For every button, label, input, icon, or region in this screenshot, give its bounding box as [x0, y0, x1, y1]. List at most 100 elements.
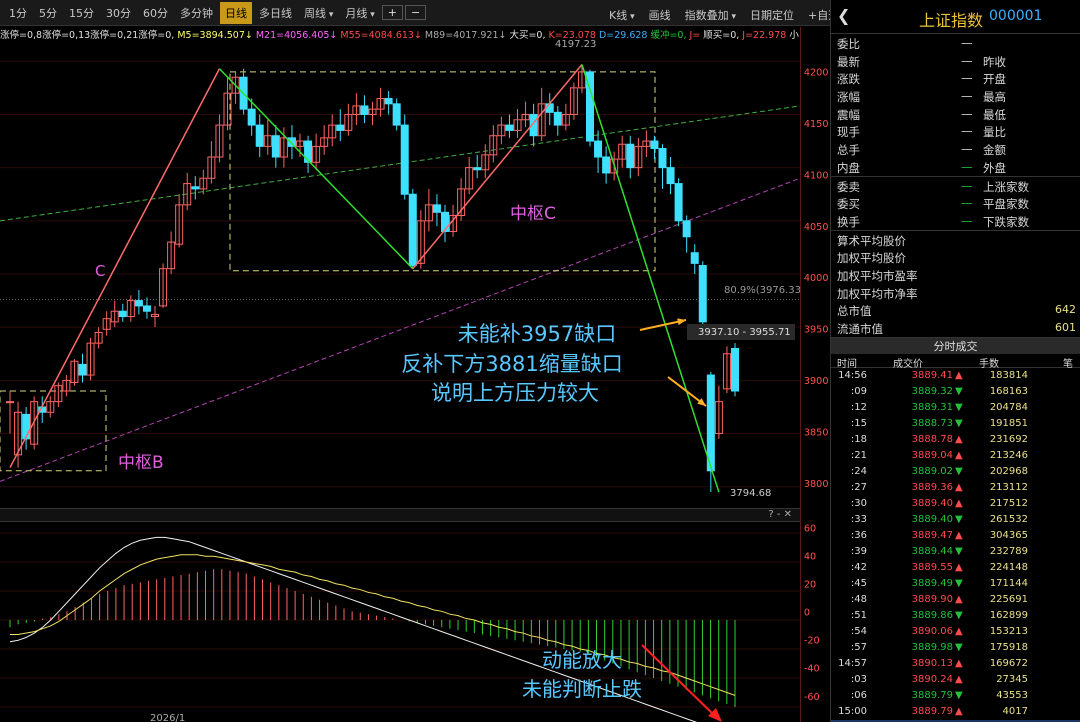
quote-label: 内盘 [837, 160, 860, 175]
trade-row[interactable]: :39 3889.44 ▼ 232789 [831, 544, 1080, 560]
candle-body [336, 124, 345, 131]
trade-row[interactable]: :15 3888.73 ▼ 191851 [831, 416, 1080, 432]
toolbar-right-2-button[interactable]: 指数叠加 [680, 4, 741, 26]
zoom-in-button[interactable]: + [381, 5, 403, 20]
stock-code: 000001 [989, 8, 1043, 24]
period-3-button[interactable]: 30分 [101, 2, 136, 24]
candle-body [392, 103, 401, 126]
trade-row[interactable]: :18 3888.78 ▲ 231692 [831, 432, 1080, 448]
stat-label: 加权平均股价 [837, 251, 906, 266]
trade-row[interactable]: :36 3889.47 ▲ 304365 [831, 528, 1080, 544]
down-arrow-icon: ▼ [955, 577, 963, 589]
quote-value: — [961, 89, 973, 104]
trade-row[interactable]: 14:56 3889.41 ▲ 183814 [831, 368, 1080, 384]
trade-time: :42 [850, 561, 867, 573]
trade-volume: 175918 [989, 641, 1028, 653]
quote-value: — [961, 106, 973, 121]
candle-body [666, 167, 675, 185]
trade-row[interactable]: :45 3889.49 ▼ 171144 [831, 576, 1080, 592]
trade-row[interactable]: :21 3889.04 ▲ 213246 [831, 448, 1080, 464]
trade-time: :36 [850, 529, 867, 541]
candle-body [706, 374, 715, 472]
trade-row[interactable]: :42 3889.55 ▲ 224148 [831, 560, 1080, 576]
candle-body [441, 211, 449, 232]
trade-time: :24 [850, 465, 867, 477]
trade-volume: 304365 [989, 529, 1028, 541]
candle-body [650, 140, 659, 149]
trades-title[interactable]: 分时成交 [831, 336, 1080, 354]
trade-row[interactable]: :06 3889.79 ▼ 43553 [831, 688, 1080, 704]
trade-row[interactable]: :12 3889.31 ▼ 204784 [831, 400, 1080, 416]
toolbar-right-3-button[interactable]: 日期定位 [745, 4, 799, 26]
annotation-2: 反补下方3881缩量缺口 [401, 352, 622, 376]
up-arrow-icon: ▲ [955, 657, 963, 669]
price-tick: 3900 [804, 376, 829, 387]
low-label: 3794.68 [730, 488, 771, 499]
stat-label: 加权平均市净率 [837, 286, 918, 301]
trade-price: 3889.40 [911, 497, 953, 509]
trade-row[interactable]: :24 3889.02 ▼ 202968 [831, 464, 1080, 480]
trade-row[interactable]: :09 3889.32 ▼ 168163 [831, 384, 1080, 400]
period-8-button[interactable]: 周线 [299, 2, 338, 24]
trade-time: :18 [850, 433, 867, 445]
stat-label: 加权平均市盈率 [837, 268, 918, 283]
period-2-button[interactable]: 15分 [64, 2, 99, 24]
up-arrow-icon: ▲ [955, 705, 963, 717]
trade-time: :33 [850, 513, 867, 525]
kline-chart[interactable]: 4197.23 80.9%(3976.33) 3937.10 - 3955.71 37… [0, 40, 800, 508]
quote-label: 换手 [837, 214, 860, 229]
period-4-button[interactable]: 60分 [138, 2, 173, 24]
trade-row[interactable]: :57 3889.98 ▼ 175918 [831, 640, 1080, 656]
trade-time: :27 [850, 481, 867, 493]
trade-row[interactable]: :51 3889.86 ▼ 162899 [831, 608, 1080, 624]
trade-price: 3890.06 [911, 625, 953, 637]
price-tick: 4100 [804, 170, 829, 181]
trade-row[interactable]: :48 3889.90 ▲ 225691 [831, 592, 1080, 608]
trade-row[interactable]: 14:57 3890.13 ▲ 169672 [831, 656, 1080, 672]
quote-header: ❮ 上证指数 000001 [831, 0, 1080, 34]
candle-body [602, 156, 611, 174]
legend-item: K=23.078 [548, 30, 596, 40]
quote-row: 委买 — 平盘家数 [831, 194, 1080, 212]
quote-label-2: 平盘家数 [983, 197, 1029, 212]
trade-volume: 232789 [989, 545, 1028, 557]
trade-row[interactable]: :30 3889.40 ▲ 217512 [831, 496, 1080, 512]
candle-body [545, 103, 554, 113]
trade-row[interactable]: :27 3889.36 ▲ 213112 [831, 480, 1080, 496]
period-6-button[interactable]: 日线 [220, 1, 252, 24]
macd-controls[interactable]: ? - ✕ [768, 509, 792, 520]
quote-value: — [961, 159, 973, 174]
legend-item: M21=4056.405↓ [255, 30, 338, 40]
candle-body [553, 111, 562, 126]
toolbar-right-1-button[interactable]: 画线 [644, 4, 676, 26]
period-9-button[interactable]: 月线 [340, 2, 379, 24]
trade-row[interactable]: 15:00 3889.79 ▲ 4017 [831, 704, 1080, 720]
zhongshu-c-label: 中枢C [510, 204, 556, 224]
trade-time: :12 [850, 401, 867, 413]
back-icon[interactable]: ❮ [837, 6, 850, 25]
stock-name: 上证指数 [919, 11, 984, 30]
candle-body [690, 252, 699, 264]
fib-label: 80.9%(3976.33) [724, 285, 800, 296]
period-0-button[interactable]: 1分 [4, 2, 32, 24]
candle-body [134, 300, 143, 307]
label-c: C [95, 262, 105, 280]
trades-list[interactable]: 14:56 3889.41 ▲ 183814:09 3889.32 ▼ 168163:12 3… [831, 368, 1080, 722]
up-arrow-icon: ▲ [955, 369, 963, 381]
period-1-button[interactable]: 5分 [34, 2, 62, 24]
stat-row: 加权平均股价 [831, 248, 1080, 266]
trade-row[interactable]: :33 3889.40 ▼ 261532 [831, 512, 1080, 528]
macd-chart[interactable]: 动能放大未能判断止跌 2026/1 [0, 522, 800, 722]
toolbar-right-0-button[interactable]: K线 [604, 4, 640, 26]
candle-body [22, 413, 31, 440]
trade-row[interactable]: :54 3890.06 ▲ 153213 [831, 624, 1080, 640]
zoom-out-button[interactable]: − [405, 5, 427, 20]
legend-item: J= [689, 30, 701, 40]
period-7-button[interactable]: 多日线 [254, 2, 297, 24]
period-5-button[interactable]: 多分钟 [175, 2, 218, 24]
trade-volume: 183814 [989, 369, 1028, 381]
trade-time: :39 [850, 545, 867, 557]
legend-item: 涨停=0,8涨停=0,13涨停=0,21涨停=0, [0, 30, 175, 40]
quote-group-1: 委比 — 最新 — 昨收 涨跌 — 开盘 涨幅 — 最高 震幅 — 最低 现手 — 量比 总手 — 金额 内盘 — 外盘 [831, 34, 1080, 177]
trade-row[interactable]: :03 3890.24 ▲ 27345 [831, 672, 1080, 688]
